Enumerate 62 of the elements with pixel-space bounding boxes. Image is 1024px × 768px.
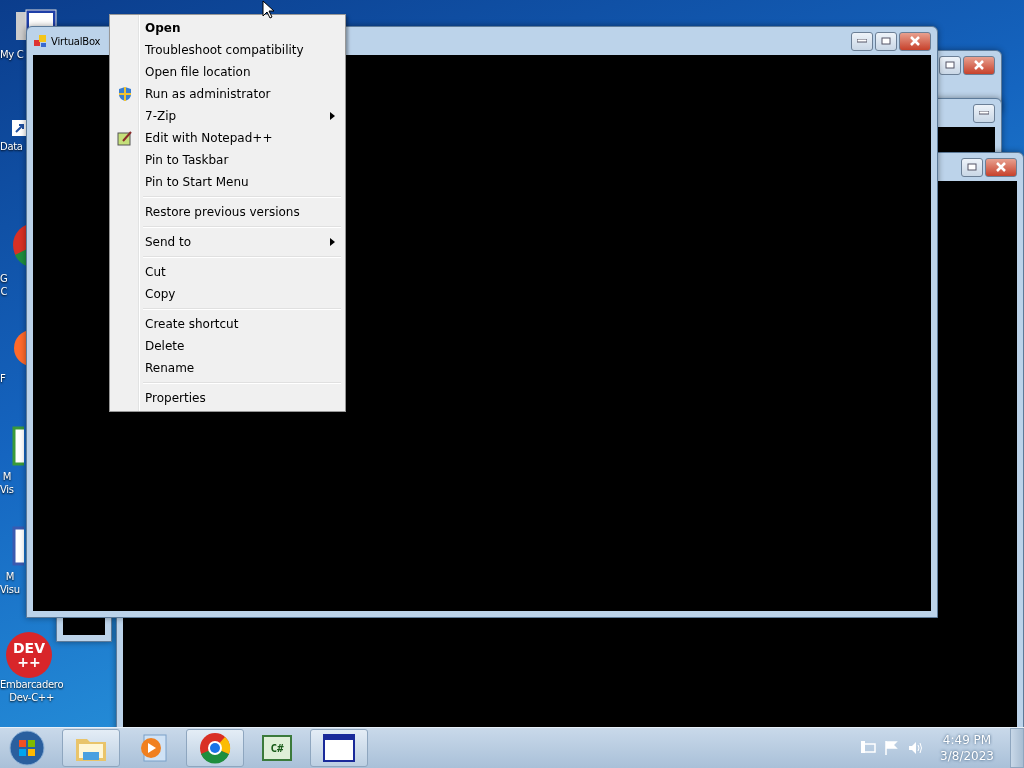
menu-item[interactable]: 7-Zip [112, 105, 343, 127]
desktop-icon-label[interactable]: Data [0, 140, 23, 153]
media-player-icon [138, 733, 168, 763]
desktop-icon-label[interactable]: Visu [0, 583, 20, 596]
desktop-icon-label[interactable]: M [2, 470, 11, 483]
mouse-cursor-icon [262, 0, 274, 19]
menu-item[interactable]: Send to [112, 231, 343, 253]
desktop-icon-label[interactable]: F [0, 372, 6, 385]
notepad-icon [117, 130, 133, 146]
close-button[interactable] [985, 157, 1017, 177]
desktop-icon-label[interactable]: My C [0, 48, 24, 61]
close-button[interactable] [963, 55, 995, 75]
chrome-icon [199, 732, 231, 764]
taskbar-button[interactable]: C# [248, 729, 306, 767]
maximize-button[interactable] [961, 157, 983, 177]
desktop-icon-label[interactable]: Embarcadero [0, 678, 64, 691]
flag-icon [884, 740, 901, 756]
taskbar-button[interactable] [310, 729, 368, 767]
menu-item[interactable]: Restore previous versions [112, 201, 343, 223]
desktop-icon-label[interactable]: C [0, 285, 8, 298]
menu-item[interactable]: Properties [112, 387, 343, 409]
menu-item[interactable]: Create shortcut [112, 313, 343, 335]
minimize-icon [857, 39, 867, 43]
desktop-icon-label[interactable]: G [0, 272, 8, 285]
menu-item[interactable]: Cut [112, 261, 343, 283]
close-icon [909, 36, 921, 46]
network-icon [860, 740, 877, 756]
maximize-icon [967, 163, 977, 171]
minimize-button[interactable] [973, 103, 995, 123]
desktop-icon-label[interactable]: Vis [0, 483, 14, 496]
menu-item[interactable]: Open file location [112, 61, 343, 83]
menu-item[interactable]: Run as administrator [112, 83, 343, 105]
submenu-arrow-icon [330, 112, 335, 120]
document-icon [12, 526, 24, 566]
maximize-icon [881, 37, 891, 45]
menu-item[interactable]: Pin to Start Menu [112, 171, 343, 193]
shield-icon [117, 86, 133, 102]
menu-item[interactable]: Troubleshoot compatibility [112, 39, 343, 61]
close-icon [995, 162, 1007, 172]
maximize-button[interactable] [939, 55, 961, 75]
close-button[interactable] [899, 31, 931, 51]
window-title: VirtualBox [51, 35, 101, 47]
menu-item[interactable]: Delete [112, 335, 343, 357]
maximize-button[interactable] [875, 31, 897, 51]
menu-item[interactable]: Pin to Taskbar [112, 149, 343, 171]
minimize-button[interactable] [851, 31, 873, 51]
close-icon [973, 60, 985, 70]
document-icon [12, 426, 24, 466]
menu-item[interactable]: Copy [112, 283, 343, 305]
desktop-icon-label[interactable]: Dev-C++ [9, 691, 54, 704]
menu-item[interactable]: Open [112, 17, 343, 39]
app-icon [33, 34, 47, 48]
maximize-icon [945, 61, 955, 69]
desktop-icon-label[interactable]: M [5, 570, 15, 583]
menu-item[interactable]: Edit with Notepad++ [112, 127, 343, 149]
submenu-arrow-icon [330, 238, 335, 246]
app-logo: DEV ++ [6, 632, 52, 678]
start-button[interactable] [6, 729, 48, 767]
csharp-project-icon: C# [262, 735, 292, 761]
speaker-icon [908, 740, 925, 756]
menu-item[interactable]: Rename [112, 357, 343, 379]
window-icon [323, 734, 355, 762]
